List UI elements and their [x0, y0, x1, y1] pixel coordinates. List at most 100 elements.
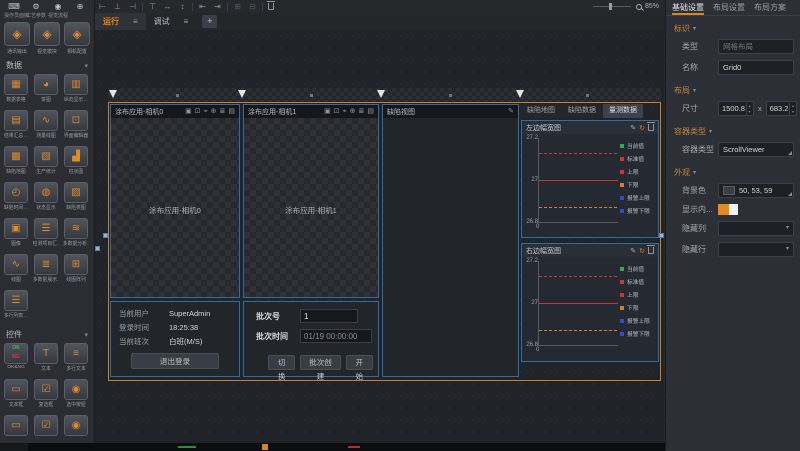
- defect-view-panel[interactable]: 缺陷视图 ✎: [382, 104, 519, 377]
- cam-crosshair-icon[interactable]: ⌖: [204, 106, 208, 118]
- logout-button[interactable]: 退出登录: [131, 353, 219, 369]
- sidebar-item-multiline-text-icon[interactable]: ≡多行文本: [61, 343, 91, 377]
- sidebar-item-status-display-icon[interactable]: ◍状态显示: [31, 182, 61, 216]
- sidebar-item-clipped-control-icon[interactable]: ☑: [31, 415, 61, 443]
- sidebar-item-multi-analysis-icon[interactable]: ≋多数据分析…: [61, 218, 91, 252]
- prop-select-hidden-rows[interactable]: ▾: [718, 242, 794, 257]
- prop-width-input[interactable]: 1500.8▴ ▾: [718, 101, 754, 116]
- inspector-section-header[interactable]: 布局▾: [666, 78, 800, 98]
- edit-icon[interactable]: ✎: [508, 106, 514, 118]
- inspector-tab-0[interactable]: 基础设置: [672, 0, 704, 15]
- sidebar-section-header[interactable]: 控件▾: [0, 326, 94, 341]
- prop-input-container-type[interactable]: ScrollViewer: [718, 142, 794, 157]
- cam-ruler-icon[interactable]: ≣: [359, 106, 365, 118]
- trash-icon[interactable]: [648, 124, 654, 131]
- sidebar-item-text-icon[interactable]: T文本: [31, 343, 61, 377]
- sidebar-item-okng-icon[interactable]: OKNGOK&NG: [1, 343, 31, 377]
- sidebar-tool-vision-flow-icon[interactable]: ◉视觉流程: [47, 2, 69, 19]
- batch-no-input[interactable]: [300, 309, 358, 323]
- resize-handle-right[interactable]: [659, 233, 664, 238]
- inspector-tab-2[interactable]: 布局方案: [754, 0, 786, 15]
- sidebar-item-image-icon[interactable]: ▣图像: [1, 218, 31, 252]
- camera-panel-1[interactable]: 涂布应用-相机1▣⊡⌖⊕≣▤涂布应用-相机1: [243, 104, 379, 298]
- sidebar-section-header[interactable]: 数据▾: [0, 57, 94, 72]
- chart-tab-0[interactable]: 缺陷地图: [521, 104, 561, 118]
- grid-column-strip[interactable]: [108, 88, 661, 103]
- sidebar-tool-more-tools-icon[interactable]: ⊕: [69, 2, 91, 19]
- cam-ruler-icon[interactable]: ≣: [220, 106, 226, 118]
- chart-panel-0[interactable]: 左边幅宽图✎↻27.22726.80当前值标准值上限下限报警上限报警下限: [521, 120, 659, 238]
- cam-menu-icon[interactable]: ▤: [228, 106, 235, 118]
- column-marker[interactable]: [109, 90, 117, 98]
- batch-button-1[interactable]: 批次创建: [300, 355, 341, 370]
- cam-menu-icon[interactable]: ▤: [367, 106, 374, 118]
- sidebar-item-table-icon[interactable]: ▦数据表格: [1, 74, 31, 108]
- zoom-slider[interactable]: [593, 6, 631, 7]
- sidebar-module-camera-config-icon[interactable]: ◈相机配置: [62, 22, 92, 55]
- cam-zoom-icon[interactable]: ⊕: [350, 106, 356, 118]
- batch-panel[interactable]: 批次号 批次时间 切换批次创建开始: [243, 301, 379, 377]
- chart-panel-1[interactable]: 右边幅宽图✎↻27.22726.80当前值标准值上限下限报警上限报警下限: [521, 243, 659, 362]
- prop-input-background-color[interactable]: 50, 53, 59: [718, 183, 794, 198]
- column-marker[interactable]: [377, 90, 385, 98]
- tab-run[interactable]: 运行 ≡: [95, 13, 146, 30]
- zoom-slider-handle[interactable]: [609, 3, 612, 10]
- edit-icon[interactable]: ✎: [630, 247, 636, 255]
- user-info-panel[interactable]: 当前用户SuperAdmin登录时间18:25:38当前班次白班(M/S) 退出…: [110, 301, 240, 377]
- batch-time-input[interactable]: [300, 329, 372, 343]
- same-width-icon[interactable]: ⇤: [195, 0, 210, 13]
- inspector-section-header[interactable]: 容器类型▾: [666, 119, 800, 139]
- sidebar-item-radio-button-icon[interactable]: ◉选中按钮: [61, 379, 91, 413]
- sidebar-item-defect-class-icon[interactable]: ▨缺陷类图: [61, 182, 91, 216]
- taskbar-orange-icon[interactable]: [262, 444, 268, 450]
- column-marker[interactable]: [516, 90, 524, 98]
- align-bottom-icon[interactable]: ⊥: [110, 0, 125, 13]
- sidebar-tool-operator-panel-icon[interactable]: ⌨操作员面板: [3, 2, 25, 19]
- prop-toggle-show-content[interactable]: [718, 204, 738, 215]
- sidebar-item-defect-time-icon[interactable]: ◴缺陷时间…: [1, 182, 31, 216]
- same-height-icon[interactable]: ⇥: [210, 0, 225, 13]
- prop-select-hidden-columns[interactable]: ▾: [718, 221, 794, 236]
- sidebar-item-vertical-display-icon[interactable]: ▥纵向显示…: [61, 74, 91, 108]
- delete-icon[interactable]: [268, 3, 274, 10]
- sidebar-item-multi-row-list-icon[interactable]: ☰多行列表…: [1, 290, 31, 324]
- design-canvas[interactable]: 涂布应用-相机0▣⊡⌖⊕≣▤涂布应用-相机0涂布应用-相机1▣⊡⌖⊕≣▤涂布应用…: [95, 30, 665, 443]
- sidebar-item-checkbox-icon[interactable]: ☑复选框: [31, 379, 61, 413]
- sidebar-item-defect-map-icon[interactable]: ▩缺陷地图: [1, 146, 31, 180]
- edit-icon[interactable]: ✎: [630, 124, 636, 132]
- prop-height-input[interactable]: 683.2▴ ▾: [766, 101, 798, 116]
- hamburger-icon[interactable]: ≡: [184, 17, 189, 26]
- tab-debug[interactable]: 调试 ≡: [146, 13, 197, 30]
- batch-button-0[interactable]: 切换: [268, 355, 295, 370]
- chart-tab-2[interactable]: 量测数据: [603, 104, 643, 118]
- distribute-horizontal-icon[interactable]: ↔: [160, 0, 175, 13]
- align-top-icon[interactable]: ⊤: [145, 0, 160, 13]
- distribute-vertical-icon[interactable]: ↕: [175, 0, 190, 13]
- trash-icon[interactable]: [648, 247, 654, 254]
- add-tab-button[interactable]: +: [202, 15, 217, 28]
- inspector-section-header[interactable]: 外观▾: [666, 160, 800, 180]
- hamburger-icon[interactable]: ≡: [133, 17, 138, 26]
- sidebar-item-clipped-control-icon[interactable]: ▭: [1, 415, 31, 443]
- cam-fit-icon[interactable]: ⊡: [195, 106, 201, 118]
- cam-zoom-icon[interactable]: ⊕: [211, 106, 217, 118]
- sidebar-item-inspect-items-icon[interactable]: ☰检测项目汇…: [31, 218, 61, 252]
- canvas-edge-handle[interactable]: [95, 246, 100, 251]
- sidebar-item-ui-editor-icon[interactable]: ⊡界面编辑器: [61, 110, 91, 144]
- sidebar-item-clipped-control-icon[interactable]: ◉: [61, 415, 91, 443]
- resize-handle-left[interactable]: [103, 233, 108, 238]
- sidebar-item-textbox-icon[interactable]: ▭文本框: [1, 379, 31, 413]
- camera-panel-0[interactable]: 涂布应用-相机0▣⊡⌖⊕≣▤涂布应用-相机0: [110, 104, 240, 298]
- sidebar-item-line-chart-icon[interactable]: ∿线图: [1, 254, 31, 288]
- prop-input-name[interactable]: Grid0: [718, 60, 794, 75]
- inspector-section-header[interactable]: 标识▾: [666, 16, 800, 36]
- sidebar-item-production-stats-icon[interactable]: ▧生产统计: [31, 146, 61, 180]
- inspector-tab-1[interactable]: 布局设置: [713, 0, 745, 15]
- cam-crosshair-icon[interactable]: ⌖: [343, 106, 347, 118]
- cam-image-icon[interactable]: ▣: [185, 106, 192, 118]
- sidebar-module-vision-module-icon[interactable]: ◈视觉模块: [32, 22, 62, 55]
- sidebar-module-comm-output-icon[interactable]: ◈通讯输出: [2, 22, 32, 55]
- sidebar-item-pie-icon[interactable]: ◕饼图: [31, 74, 61, 108]
- refresh-icon[interactable]: ↻: [639, 247, 645, 255]
- column-marker[interactable]: [238, 90, 246, 98]
